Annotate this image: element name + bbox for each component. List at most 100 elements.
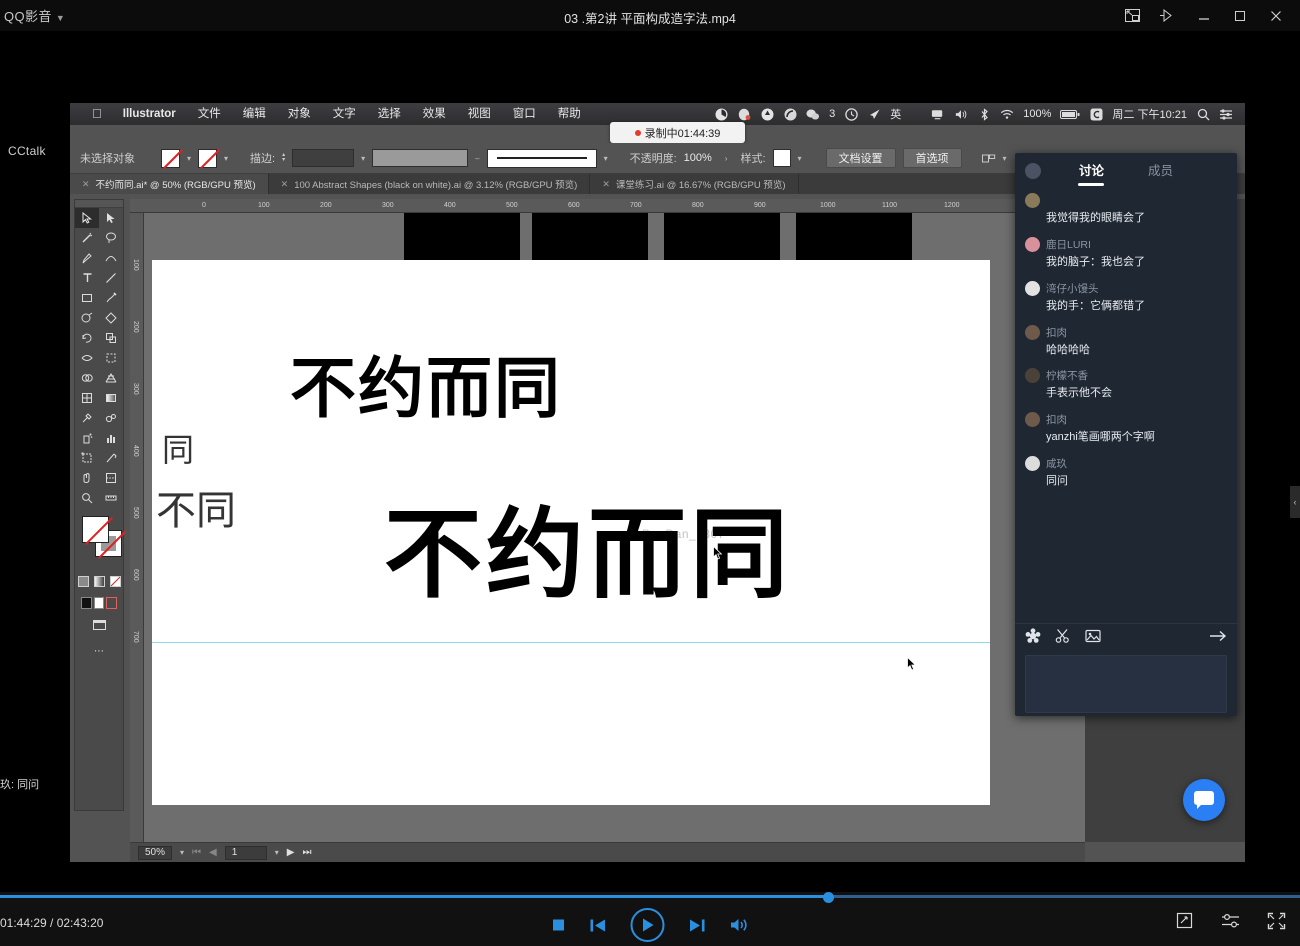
mesh-tool[interactable] [75,388,99,408]
image-icon[interactable] [1085,628,1101,649]
style-swatch[interactable] [773,149,791,167]
tab-close-icon[interactable]: ✕ [82,179,90,190]
stroke-stepper[interactable]: ▴▾ [282,153,285,163]
hand-tool[interactable] [75,468,99,488]
slice-tool[interactable] [99,448,123,468]
avatar[interactable] [1025,412,1040,427]
fullscreen-button[interactable] [1267,912,1286,935]
avatar[interactable] [1025,456,1040,471]
qq-icon[interactable] [737,107,751,121]
shaper-tool[interactable] [75,308,99,328]
stopwatch-icon[interactable] [714,107,728,121]
maximize-icon[interactable] [1222,0,1258,31]
menu-item-illustrator[interactable]: Illustrator [112,103,187,125]
progress-handle[interactable] [823,892,834,903]
avatar[interactable] [1025,237,1040,252]
screen-mode-icon[interactable] [90,615,108,635]
stroke-swatch[interactable] [198,149,217,168]
shield-icon[interactable] [760,107,774,121]
free-transform-tool[interactable] [99,348,123,368]
shape-builder-tool[interactable] [75,368,99,388]
lasso-tool[interactable] [99,228,123,248]
wifi-signal-icon[interactable] [783,107,797,121]
menu-item-edit[interactable]: 编辑 [232,103,277,125]
panel-collapse-handle[interactable]: ‹ [1290,486,1300,518]
illustrator-toolbox[interactable]: ⋯ [74,199,124,811]
zoom-chevron-icon[interactable]: ▾ [180,848,184,857]
send-icon[interactable] [1209,629,1227,648]
tab-members[interactable]: 成员 [1148,160,1173,185]
edit-toolbar-icon[interactable]: ⋯ [75,641,123,661]
menubar-clock[interactable]: 周二 下午10:21 [1112,106,1187,122]
selection-tool[interactable] [75,208,99,228]
type-tool[interactable] [75,268,99,288]
blend-tool[interactable] [99,408,123,428]
profile-chevron-icon[interactable]: – [475,154,479,163]
preferences-button[interactable]: 首选项 [903,148,962,168]
control-center-icon[interactable] [1219,107,1233,121]
pen-tool[interactable] [75,248,99,268]
floating-chat-button[interactable] [1183,779,1225,821]
bluetooth-icon[interactable] [977,107,991,121]
wechat-icon[interactable] [806,107,820,121]
minimize-icon[interactable] [1186,0,1222,31]
menu-item-object[interactable]: 对象 [277,103,322,125]
black-rect-2[interactable] [532,213,648,260]
arrange-documents-icon[interactable] [982,151,996,165]
volume-menu-icon[interactable] [954,107,968,121]
stop-button[interactable] [552,918,566,932]
horizontal-ruler[interactable]: 0 100 200 300 400 500 600 700 800 900 10… [130,199,1085,213]
wifi-icon[interactable] [1000,107,1014,121]
fill-stroke-colors[interactable] [75,512,123,568]
arrange-chevron-icon[interactable]: ▾ [1003,154,1007,163]
fill-chevron-icon[interactable]: ▾ [187,154,191,163]
first-page-icon[interactable]: ⏮ [192,847,201,858]
menu-item-view[interactable]: 视图 [457,103,502,125]
width-tool[interactable] [75,348,99,368]
magic-wand-tool[interactable] [75,228,99,248]
symbol-sprayer-tool[interactable] [75,428,99,448]
line-segment-tool[interactable] [99,268,123,288]
last-page-icon[interactable]: ⏭ [302,847,311,858]
menu-item-effect[interactable]: 效果 [412,103,457,125]
screenshot-button[interactable] [1176,912,1195,935]
vertical-ruler[interactable]: 100 200 300 400 500 600 700 [130,213,144,842]
direct-selection-tool[interactable] [99,208,123,228]
play-button[interactable] [631,908,665,942]
artboard[interactable]: DanDan_1307 不约而同 同 不同 不约而同 [152,260,990,805]
designed-artwork-text[interactable]: 不约而同 [384,475,792,617]
close-icon[interactable] [1258,0,1294,31]
input-method-indicator[interactable]: 英 [890,106,901,122]
black-rectangles-group[interactable] [152,213,990,260]
settings-button[interactable] [1221,912,1241,935]
battery-icon[interactable] [1060,107,1080,121]
opacity-more-icon[interactable]: › [725,154,728,163]
sketch-character-2[interactable]: 不同 [156,478,236,536]
tab-close-icon[interactable]: ✕ [281,179,289,190]
sogou-icon[interactable] [1089,107,1103,121]
white-swatch[interactable] [94,597,105,609]
rocket-icon[interactable] [867,107,881,121]
menu-item-file[interactable]: 文件 [187,103,232,125]
menu-item-window[interactable]: 窗口 [502,103,547,125]
tab-close-icon[interactable]: ✕ [602,179,610,190]
gradient-tool[interactable] [99,388,123,408]
document-tab-1[interactable]: ✕ 不约而同.ai* @ 50% (RGB/GPU 预览) [70,174,269,194]
tab-discussion[interactable]: 讨论 [1079,160,1104,185]
stroke-weight-field[interactable] [292,149,354,167]
black-rect-3[interactable] [664,213,780,260]
black-rect-4[interactable] [796,213,912,260]
cctalk-chat-panel[interactable]: 讨论 成员 我觉得我的眼睛会了 鹿日LURI 我的脑子：我也会了 [1015,153,1237,716]
volume-button[interactable] [730,917,749,933]
zoom-tool[interactable] [75,488,99,508]
color-mode-icon[interactable] [75,571,91,591]
fill-color-box[interactable] [82,516,109,543]
rotate-tool[interactable] [75,328,99,348]
menu-item-select[interactable]: 选择 [367,103,412,125]
brush-definition-field[interactable] [487,149,597,168]
perspective-grid-tool[interactable] [99,368,123,388]
column-graph-tool[interactable] [99,428,123,448]
brush-chevron-icon[interactable]: ▾ [604,154,608,163]
avatar[interactable] [1025,368,1040,383]
progress-bar[interactable] [0,892,1300,900]
